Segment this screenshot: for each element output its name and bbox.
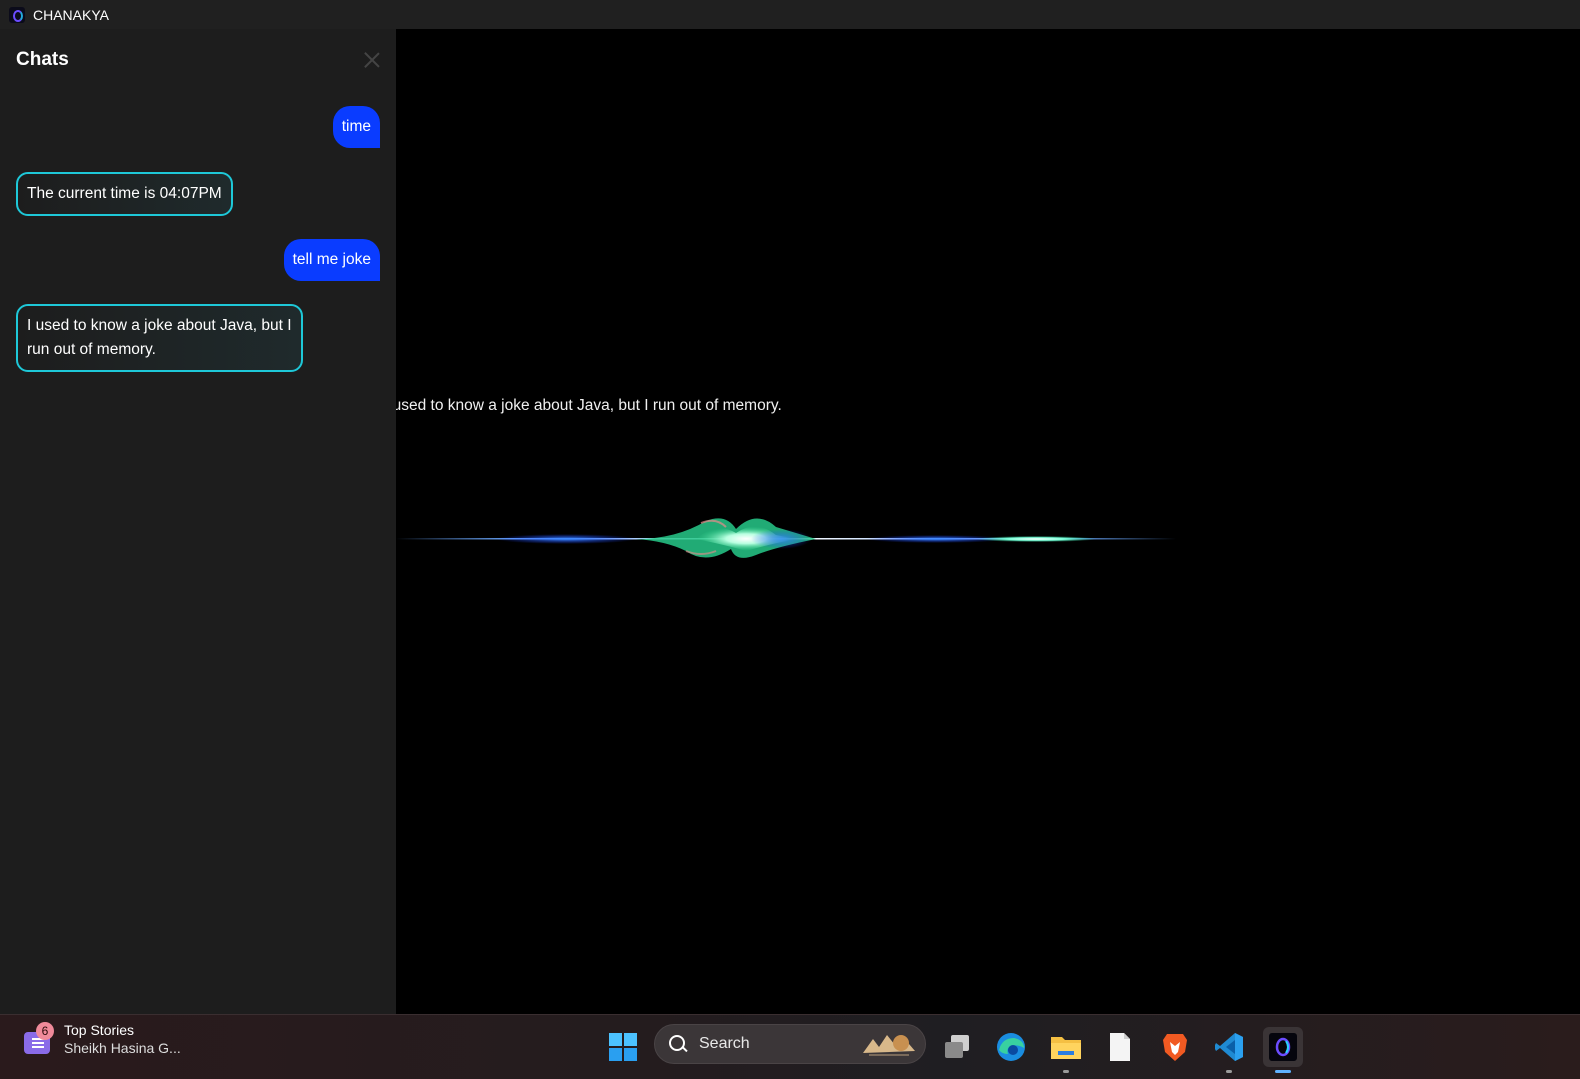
news-icon: 6 [22,1022,54,1056]
news-badge: 6 [36,1022,54,1040]
running-indicator [1063,1070,1069,1073]
task-view-icon[interactable] [937,1027,977,1067]
title-bar: CHANAKYA [0,0,1580,29]
news-subtitle: Sheikh Hasina G... [64,1040,181,1056]
active-indicator [1275,1070,1291,1073]
user-message: tell me joke [283,239,380,281]
close-icon[interactable] [362,50,382,70]
notepad-icon[interactable] [1100,1027,1140,1067]
chat-panel-title: Chats [16,49,69,70]
assistant-response-text: I used to know a joke about Java, but I … [384,397,782,414]
assistant-message: I used to know a joke about Java, but I … [16,304,303,372]
windows-start-icon[interactable] [603,1027,643,1067]
taskbar: 6 Top Stories Sheikh Hasina G... Search [0,1014,1580,1079]
news-title: Top Stories [64,1022,135,1038]
chat-panel: Chats time The current time is 04:07PM t… [0,29,396,1021]
edge-browser-icon[interactable] [991,1027,1031,1067]
voice-waveform [396,518,1176,558]
brave-browser-icon[interactable] [1155,1027,1195,1067]
window-title: CHANAKYA [33,6,109,23]
chanakya-app-icon[interactable] [1263,1027,1303,1073]
search-highlight-icon [863,1035,915,1056]
search-label: Search [699,1035,750,1052]
search-icon [669,1035,687,1053]
taskbar-search[interactable]: Search [654,1024,926,1064]
assistant-message: The current time is 04:07PM [16,172,233,216]
user-message: time [332,106,380,148]
file-explorer-icon[interactable] [1046,1027,1086,1073]
news-widget[interactable]: 6 Top Stories Sheikh Hasina G... [22,1022,181,1056]
app-logo-icon [9,6,25,23]
vscode-icon[interactable] [1209,1027,1249,1073]
running-indicator [1226,1070,1232,1073]
